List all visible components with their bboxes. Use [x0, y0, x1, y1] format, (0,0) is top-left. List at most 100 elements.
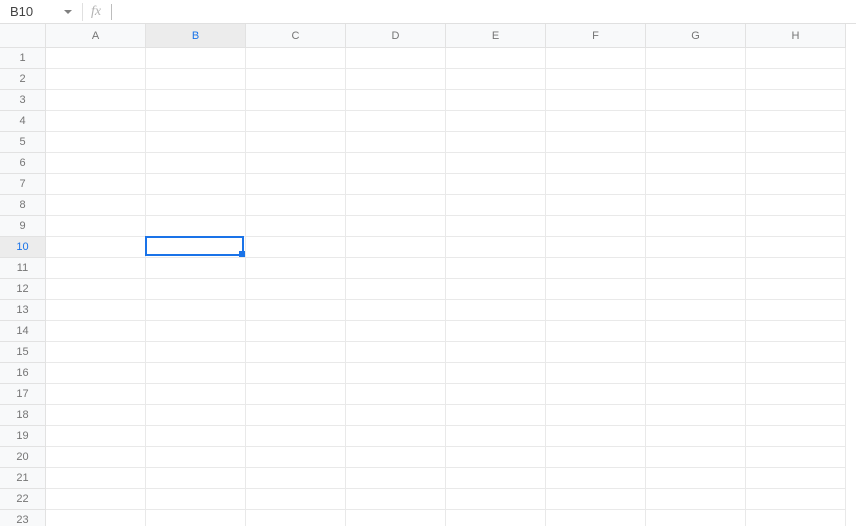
cell[interactable] [446, 90, 546, 111]
cell[interactable] [546, 48, 646, 69]
cell[interactable] [746, 216, 846, 237]
cell[interactable] [146, 153, 246, 174]
cell[interactable] [746, 405, 846, 426]
column-header[interactable]: F [546, 24, 646, 48]
cell[interactable] [146, 279, 246, 300]
cell[interactable] [146, 510, 246, 526]
cell[interactable] [146, 216, 246, 237]
cell[interactable] [746, 69, 846, 90]
cell[interactable] [546, 237, 646, 258]
cell[interactable] [546, 258, 646, 279]
cell[interactable] [246, 258, 346, 279]
cell[interactable] [646, 132, 746, 153]
cell[interactable] [646, 489, 746, 510]
row-header[interactable]: 8 [0, 195, 46, 216]
cell[interactable] [346, 174, 446, 195]
cell[interactable] [246, 237, 346, 258]
cell[interactable] [246, 510, 346, 526]
row-header[interactable]: 1 [0, 48, 46, 69]
cell[interactable] [746, 132, 846, 153]
cell[interactable] [146, 300, 246, 321]
cell[interactable] [646, 174, 746, 195]
cell[interactable] [46, 90, 146, 111]
cell[interactable] [746, 153, 846, 174]
cell[interactable] [146, 342, 246, 363]
select-all-corner[interactable] [0, 24, 46, 48]
column-header[interactable]: H [746, 24, 846, 48]
cell[interactable] [746, 426, 846, 447]
cell[interactable] [46, 300, 146, 321]
cell[interactable] [46, 279, 146, 300]
row-header[interactable]: 23 [0, 510, 46, 526]
cell[interactable] [746, 237, 846, 258]
cell[interactable] [146, 489, 246, 510]
cell[interactable] [346, 195, 446, 216]
cell[interactable] [146, 69, 246, 90]
cell[interactable] [546, 174, 646, 195]
row-header[interactable]: 14 [0, 321, 46, 342]
cell[interactable] [346, 69, 446, 90]
cell[interactable] [346, 111, 446, 132]
cell[interactable] [746, 174, 846, 195]
cell[interactable] [346, 279, 446, 300]
cell[interactable] [346, 384, 446, 405]
row-header[interactable]: 5 [0, 132, 46, 153]
cell[interactable] [346, 468, 446, 489]
cell[interactable] [246, 426, 346, 447]
cell[interactable] [246, 321, 346, 342]
cell[interactable] [746, 489, 846, 510]
cell[interactable] [446, 69, 546, 90]
cell[interactable] [746, 363, 846, 384]
cell[interactable] [346, 405, 446, 426]
cell[interactable] [446, 216, 546, 237]
cell[interactable] [346, 132, 446, 153]
cell[interactable] [746, 111, 846, 132]
cell[interactable] [46, 342, 146, 363]
cell[interactable] [546, 153, 646, 174]
cell[interactable] [46, 195, 146, 216]
cell[interactable] [346, 321, 446, 342]
cell[interactable] [446, 279, 546, 300]
cell[interactable] [646, 69, 746, 90]
cell[interactable] [146, 195, 246, 216]
cell[interactable] [546, 195, 646, 216]
cell[interactable] [46, 321, 146, 342]
cell[interactable] [146, 258, 246, 279]
cell[interactable] [46, 174, 146, 195]
cell[interactable] [146, 384, 246, 405]
cell[interactable] [746, 279, 846, 300]
cell[interactable] [346, 153, 446, 174]
cell[interactable] [346, 510, 446, 526]
cell[interactable] [746, 48, 846, 69]
row-header[interactable]: 21 [0, 468, 46, 489]
cell[interactable] [646, 426, 746, 447]
cell[interactable] [446, 258, 546, 279]
cell[interactable] [646, 111, 746, 132]
cell[interactable] [446, 132, 546, 153]
cell[interactable] [746, 447, 846, 468]
column-header[interactable]: D [346, 24, 446, 48]
cell[interactable] [46, 237, 146, 258]
cell[interactable] [746, 384, 846, 405]
cell[interactable] [246, 279, 346, 300]
cell[interactable] [246, 384, 346, 405]
column-header[interactable]: C [246, 24, 346, 48]
cell[interactable] [346, 216, 446, 237]
cell[interactable] [46, 258, 146, 279]
cell[interactable] [646, 216, 746, 237]
cell[interactable] [246, 153, 346, 174]
cell[interactable] [146, 321, 246, 342]
cell[interactable] [46, 405, 146, 426]
cell[interactable] [146, 426, 246, 447]
cell[interactable] [46, 111, 146, 132]
cell[interactable] [346, 237, 446, 258]
cell[interactable] [346, 363, 446, 384]
cell[interactable] [146, 237, 246, 258]
row-header[interactable]: 6 [0, 153, 46, 174]
row-header[interactable]: 10 [0, 237, 46, 258]
cell[interactable] [646, 405, 746, 426]
cell[interactable] [46, 426, 146, 447]
cell[interactable] [346, 258, 446, 279]
row-header[interactable]: 22 [0, 489, 46, 510]
cell[interactable] [546, 279, 646, 300]
